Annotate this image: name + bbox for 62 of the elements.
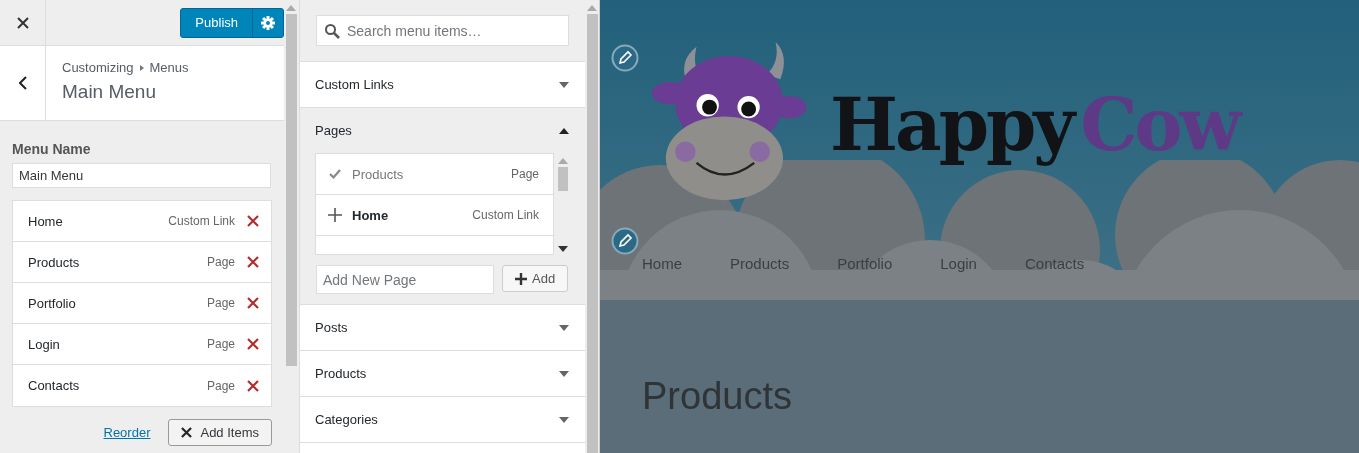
expand-caret-icon — [559, 81, 569, 88]
breadcrumb-separator-icon — [139, 64, 144, 71]
search-field[interactable]: Search menu items… — [316, 15, 569, 46]
delete-icon[interactable] — [247, 215, 259, 227]
delete-icon[interactable] — [247, 297, 259, 309]
delete-icon[interactable] — [247, 338, 259, 350]
expand-caret-icon — [559, 416, 569, 423]
add-button[interactable]: Add — [502, 265, 569, 292]
breadcrumb-text: Menus — [149, 60, 189, 75]
available-item[interactable]: Products Page — [316, 154, 553, 195]
menu-name-label: Menu Name — [12, 141, 92, 157]
menu-item-title: Contacts — [28, 378, 81, 393]
menu-item[interactable]: Portfolio Page — [13, 283, 271, 324]
publish-button[interactable]: Publish — [181, 8, 253, 37]
available-item-type: Page — [510, 167, 539, 181]
settings-icon — [261, 15, 275, 30]
section-header[interactable]: Categories — [300, 396, 585, 442]
close-icon — [16, 16, 29, 29]
menu-item[interactable]: Home Custom Link — [13, 201, 271, 242]
delete-icon[interactable] — [247, 256, 259, 268]
menu-item-title: Login — [28, 336, 61, 352]
section-header[interactable]: Posts — [300, 304, 585, 350]
edit-icon[interactable] — [611, 44, 639, 72]
menu-item[interactable]: Contacts Page — [13, 365, 271, 406]
page-title: Products — [642, 375, 792, 418]
section-header[interactable]: Products — [300, 350, 585, 396]
menu-item-type: Page — [206, 255, 235, 269]
scroll-thumb[interactable] — [285, 14, 297, 366]
menu-item-title: Home — [28, 213, 64, 229]
available-item-type: Custom Link — [472, 208, 539, 222]
scroll-thumb[interactable] — [558, 167, 568, 191]
menu-item[interactable]: Login Page — [13, 324, 271, 365]
scroll-thumb[interactable] — [586, 14, 598, 453]
delete-icon[interactable] — [247, 379, 259, 392]
scroll-down-icon[interactable] — [558, 246, 568, 252]
menu-item-type: Page — [206, 378, 235, 393]
menu-item-type: Page — [206, 296, 235, 310]
collapse-caret-icon — [559, 127, 569, 134]
available-item-title: Products — [352, 166, 405, 182]
menu-item-type: Page — [206, 337, 235, 351]
section-title: Main Menu — [62, 81, 157, 103]
expand-caret-icon — [559, 324, 569, 331]
search-icon — [324, 23, 340, 39]
plus-icon[interactable] — [328, 208, 342, 222]
menu-item-type: Custom Link — [168, 214, 235, 228]
menu-item-title: Products — [28, 254, 81, 270]
menu-name-field[interactable]: Main Menu — [12, 163, 271, 188]
add-items-button[interactable]: Add Items — [168, 419, 272, 446]
new-page-field[interactable]: Add New Page — [316, 265, 494, 294]
breadcrumb-text: Customizing — [62, 60, 134, 75]
edit-icon[interactable] — [611, 227, 639, 255]
menu-item-title: Portfolio — [28, 295, 77, 311]
expand-caret-icon — [559, 370, 569, 377]
available-item[interactable]: Home Custom Link — [316, 195, 553, 236]
available-item-title: Home — [352, 207, 390, 223]
menu-item[interactable]: Products Page — [13, 242, 271, 283]
reorder-link[interactable]: Reorder — [103, 425, 151, 440]
close-icon — [181, 427, 193, 438]
plus-icon — [515, 272, 527, 285]
logo-text: Happy — [830, 82, 1073, 167]
back-icon — [18, 76, 27, 90]
section-header[interactable]: Custom Links — [300, 61, 585, 107]
